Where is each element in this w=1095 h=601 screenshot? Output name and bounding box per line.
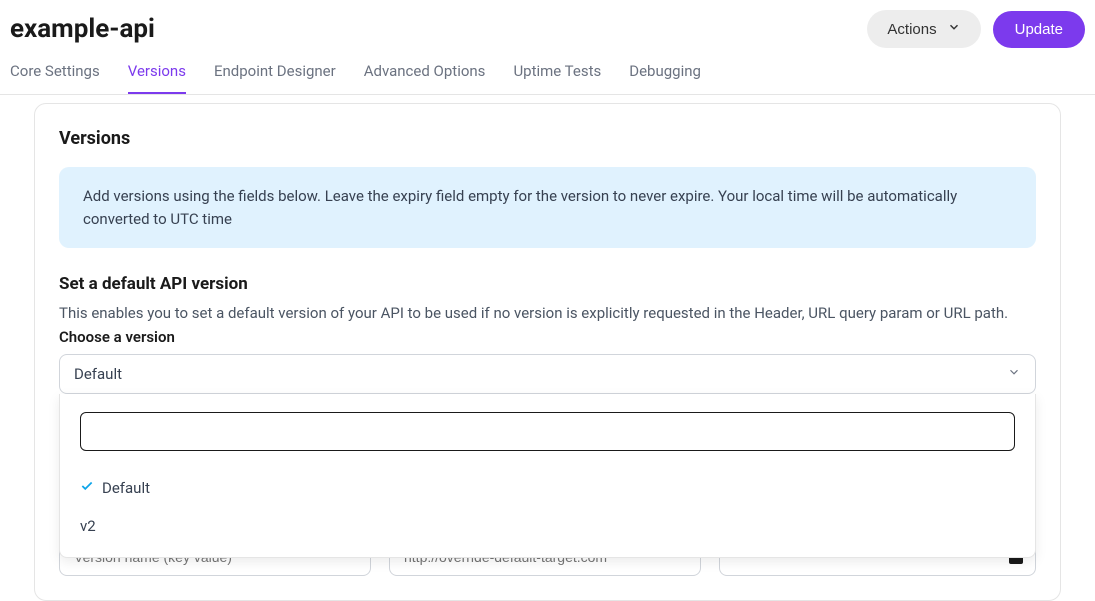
default-version-title: Set a default API version — [59, 274, 1036, 294]
actions-button[interactable]: Actions — [867, 10, 980, 48]
chevron-down-icon — [947, 20, 961, 38]
versions-title: Versions — [59, 128, 1036, 149]
chevron-down-icon — [1007, 365, 1021, 383]
tab-advanced-options[interactable]: Advanced Options — [364, 62, 486, 94]
version-select-wrapper: Default Default v2 — [59, 354, 1036, 394]
tab-endpoint-designer[interactable]: Endpoint Designer — [214, 62, 336, 94]
version-select[interactable]: Default — [59, 354, 1036, 394]
version-select-value: Default — [74, 365, 122, 383]
actions-label: Actions — [887, 21, 936, 38]
default-version-description: This enables you to set a default versio… — [59, 304, 1036, 322]
tab-debugging[interactable]: Debugging — [629, 62, 701, 94]
version-dropdown: Default v2 — [59, 394, 1036, 558]
tab-core-settings[interactable]: Core Settings — [10, 62, 100, 94]
info-box: Add versions using the fields below. Lea… — [59, 167, 1036, 248]
dropdown-option-label: Default — [102, 479, 150, 497]
tab-versions[interactable]: Versions — [128, 62, 186, 94]
tab-uptime-tests[interactable]: Uptime Tests — [513, 62, 601, 94]
choose-version-label: Choose a version — [59, 328, 1036, 346]
header-actions: Actions Update — [867, 10, 1085, 48]
dropdown-option-label: v2 — [80, 517, 96, 535]
dropdown-option-default[interactable]: Default — [80, 469, 1015, 507]
dropdown-option-v2[interactable]: v2 — [80, 507, 1015, 545]
dropdown-search-input[interactable] — [80, 412, 1015, 451]
page-title: example-api — [10, 14, 155, 44]
update-button[interactable]: Update — [993, 11, 1085, 48]
check-icon — [80, 479, 96, 497]
tabs: Core Settings Versions Endpoint Designer… — [0, 48, 1095, 95]
versions-card: Versions Add versions using the fields b… — [34, 103, 1061, 601]
